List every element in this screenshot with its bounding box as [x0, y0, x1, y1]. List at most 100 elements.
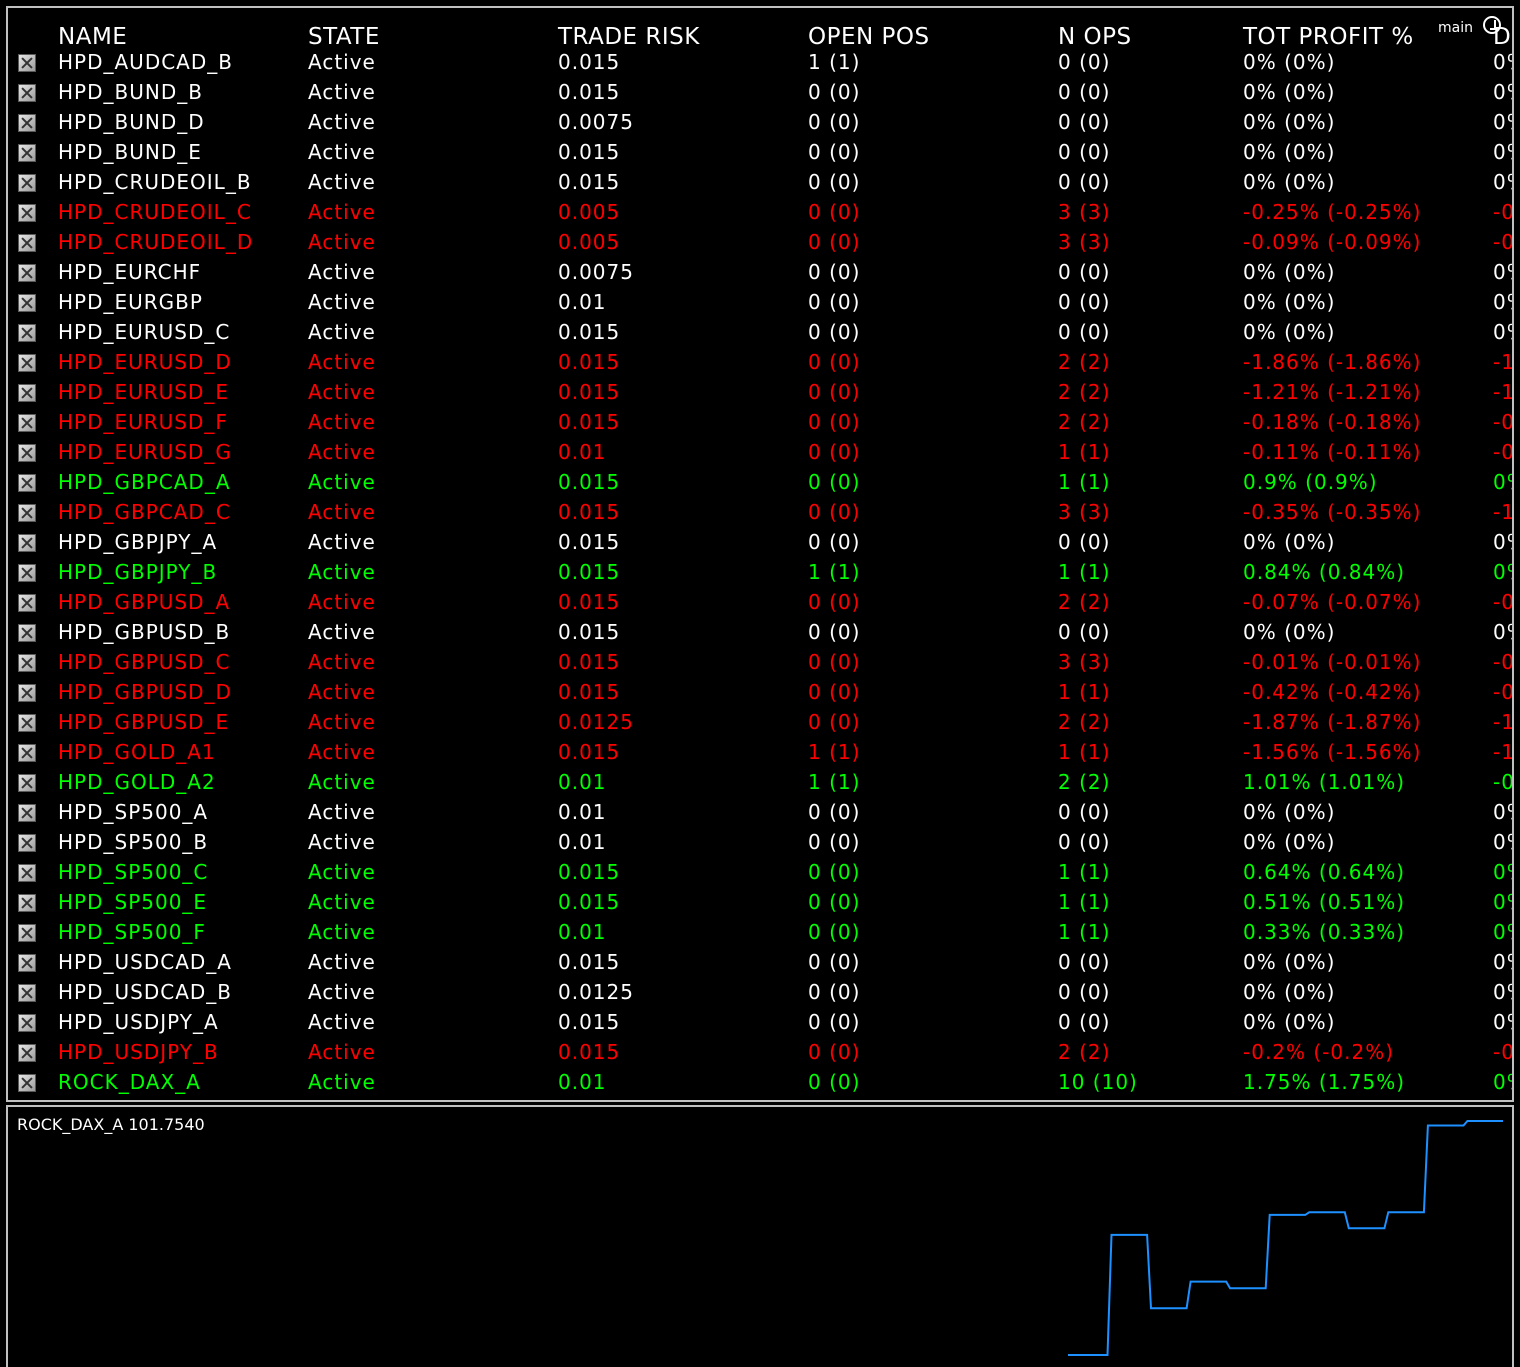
table-row[interactable]: HPD_GBPJPY_B Active 0.015 1 (1) 1 (1) 0.84% (… [8, 558, 1512, 588]
table-row[interactable]: HPD_GOLD_A2 Active 0.01 1 (1) 2 (2) 1.01% (1.… [8, 768, 1512, 798]
table-row[interactable]: HPD_EURUSD_C Active 0.015 0 (0) 0 (0) 0% (0%)… [8, 318, 1512, 348]
table-row[interactable]: HPD_SP500_E Active 0.015 0 (0) 1 (1) 0.51% (0… [8, 888, 1512, 918]
strategy-toggle-checkbox[interactable] [18, 354, 36, 372]
table-row[interactable]: HPD_CRUDEOIL_C Active 0.005 0 (0) 3 (3) -0.25… [8, 198, 1512, 228]
cell-n-ops: 2 (2) [1058, 710, 1111, 734]
strategy-toggle-checkbox[interactable] [18, 984, 36, 1002]
table-row[interactable]: HPD_EURUSD_F Active 0.015 0 (0) 2 (2) -0.18% … [8, 408, 1512, 438]
header-n-ops[interactable]: N OPS [1058, 24, 1132, 50]
strategy-toggle-checkbox[interactable] [18, 264, 36, 282]
table-row[interactable]: HPD_USDJPY_B Active 0.015 0 (0) 2 (2) -0.2% (… [8, 1038, 1512, 1068]
strategy-toggle-checkbox[interactable] [18, 834, 36, 852]
table-row[interactable]: HPD_GOLD_A1 Active 0.015 1 (1) 1 (1) -1.56% (… [8, 738, 1512, 768]
table-row[interactable]: HPD_SP500_A Active 0.01 0 (0) 0 (0) 0% (0%) 0% [8, 798, 1512, 828]
strategy-toggle-checkbox[interactable] [18, 564, 36, 582]
cell-tot-profit: -0.42% (-0.42%) [1243, 680, 1422, 704]
strategy-toggle-checkbox[interactable] [18, 924, 36, 942]
cell-state: Active [308, 920, 376, 944]
cell-name: HPD_GBPJPY_B [58, 560, 218, 584]
table-row[interactable]: HPD_BUND_B Active 0.015 0 (0) 0 (0) 0% (0%) 0% [8, 78, 1512, 108]
cell-n-ops: 0 (0) [1058, 530, 1111, 554]
table-row[interactable]: HPD_GBPUSD_D Active 0.015 0 (0) 1 (1) -0.42% … [8, 678, 1512, 708]
header-state[interactable]: STATE [308, 24, 380, 50]
table-row[interactable]: ROCK_DAX_A Active 0.01 0 (0) 10 (10) 1.75% (1… [8, 1068, 1512, 1098]
table-row[interactable]: HPD_GBPUSD_A Active 0.015 0 (0) 2 (2) -0.07% … [8, 588, 1512, 618]
strategy-toggle-checkbox[interactable] [18, 414, 36, 432]
strategy-toggle-checkbox[interactable] [18, 504, 36, 522]
table-row[interactable]: HPD_CRUDEOIL_B Active 0.015 0 (0) 0 (0) 0% (0… [8, 168, 1512, 198]
cell-d: 0% [1493, 50, 1512, 74]
table-row[interactable]: HPD_CRUDEOIL_D Active 0.005 0 (0) 3 (3) -0.09… [8, 228, 1512, 258]
strategy-toggle-checkbox[interactable] [18, 234, 36, 252]
strategy-toggle-checkbox[interactable] [18, 1074, 36, 1092]
strategy-toggle-checkbox[interactable] [18, 624, 36, 642]
table-row[interactable]: HPD_AUDCAD_B Active 0.015 1 (1) 0 (0) 0% (0%)… [8, 48, 1512, 78]
strategy-toggle-checkbox[interactable] [18, 804, 36, 822]
clock-icon[interactable] [1483, 16, 1501, 34]
strategy-toggle-checkbox[interactable] [18, 744, 36, 762]
table-row[interactable]: HPD_EURUSD_D Active 0.015 0 (0) 2 (2) -1.86% … [8, 348, 1512, 378]
cell-open-pos: 0 (0) [808, 230, 861, 254]
strategy-toggle-checkbox[interactable] [18, 654, 36, 672]
table-row[interactable]: HPD_EURCHF Active 0.0075 0 (0) 0 (0) 0% (0%) 0… [8, 258, 1512, 288]
strategy-toggle-checkbox[interactable] [18, 894, 36, 912]
cell-trade-risk: 0.015 [558, 350, 621, 374]
header-name[interactable]: NAME [58, 24, 127, 50]
table-row[interactable]: HPD_USDCAD_B Active 0.0125 0 (0) 0 (0) 0% (0%… [8, 978, 1512, 1008]
table-row[interactable]: HPD_SP500_C Active 0.015 0 (0) 1 (1) 0.64% (0… [8, 858, 1512, 888]
cell-trade-risk: 0.015 [558, 1040, 621, 1064]
strategy-toggle-checkbox[interactable] [18, 294, 36, 312]
strategy-toggle-checkbox[interactable] [18, 384, 36, 402]
strategy-toggle-checkbox[interactable] [18, 1014, 36, 1032]
table-row[interactable]: HPD_EURUSD_G Active 0.01 0 (0) 1 (1) -0.11% (… [8, 438, 1512, 468]
table-row[interactable]: HPD_GBPJPY_A Active 0.015 0 (0) 0 (0) 0% (0%)… [8, 528, 1512, 558]
table-row[interactable]: HPD_SP500_F Active 0.01 0 (0) 1 (1) 0.33% (0.… [8, 918, 1512, 948]
cell-name: HPD_AUDCAD_B [58, 50, 233, 74]
cell-name: HPD_CRUDEOIL_D [58, 230, 254, 254]
cell-tot-profit: 0% (0%) [1243, 1010, 1336, 1034]
table-row[interactable]: HPD_EURUSD_E Active 0.015 0 (0) 2 (2) -1.21% … [8, 378, 1512, 408]
strategy-toggle-checkbox[interactable] [18, 204, 36, 222]
strategy-toggle-checkbox[interactable] [18, 144, 36, 162]
strategy-toggle-checkbox[interactable] [18, 474, 36, 492]
table-row[interactable]: HPD_GBPUSD_B Active 0.015 0 (0) 0 (0) 0% (0%)… [8, 618, 1512, 648]
cell-open-pos: 0 (0) [808, 710, 861, 734]
table-row[interactable]: HPD_GBPUSD_C Active 0.015 0 (0) 3 (3) -0.01% … [8, 648, 1512, 678]
cell-d: 0% [1493, 260, 1512, 284]
table-row[interactable]: HPD_BUND_D Active 0.0075 0 (0) 0 (0) 0% (0%) 0… [8, 108, 1512, 138]
strategy-toggle-checkbox[interactable] [18, 324, 36, 342]
strategy-toggle-checkbox[interactable] [18, 774, 36, 792]
cell-n-ops: 1 (1) [1058, 560, 1111, 584]
cell-state: Active [308, 170, 376, 194]
table-row[interactable]: HPD_BUND_E Active 0.015 0 (0) 0 (0) 0% (0%) 0% [8, 138, 1512, 168]
cell-d: 0% [1493, 980, 1512, 1004]
table-row[interactable]: HPD_GBPCAD_C Active 0.015 0 (0) 3 (3) -0.35% … [8, 498, 1512, 528]
cell-state: Active [308, 260, 376, 284]
strategy-toggle-checkbox[interactable] [18, 714, 36, 732]
table-row[interactable]: HPD_USDJPY_A Active 0.015 0 (0) 0 (0) 0% (0%)… [8, 1008, 1512, 1038]
strategy-toggle-checkbox[interactable] [18, 534, 36, 552]
table-row[interactable]: HPD_GBPUSD_E Active 0.0125 0 (0) 2 (2) -1.87%… [8, 708, 1512, 738]
strategy-toggle-checkbox[interactable] [18, 54, 36, 72]
table-row[interactable]: HPD_USDCAD_A Active 0.015 0 (0) 0 (0) 0% (0%)… [8, 948, 1512, 978]
strategy-toggle-checkbox[interactable] [18, 444, 36, 462]
table-row[interactable]: HPD_EURGBP Active 0.01 0 (0) 0 (0) 0% (0%) 0% [8, 288, 1512, 318]
cell-name: HPD_GBPCAD_C [58, 500, 231, 524]
table-row[interactable]: HPD_GBPCAD_A Active 0.015 0 (0) 1 (1) 0.9% (0… [8, 468, 1512, 498]
strategy-toggle-checkbox[interactable] [18, 954, 36, 972]
strategy-toggle-checkbox[interactable] [18, 594, 36, 612]
strategy-toggle-checkbox[interactable] [18, 114, 36, 132]
strategy-toggle-checkbox[interactable] [18, 1044, 36, 1062]
strategy-toggle-checkbox[interactable] [18, 864, 36, 882]
cell-name: HPD_EURGBP [58, 290, 203, 314]
strategy-toggle-checkbox[interactable] [18, 684, 36, 702]
table-row[interactable]: HPD_SP500_B Active 0.01 0 (0) 0 (0) 0% (0%) 0% [8, 828, 1512, 858]
strategy-toggle-checkbox[interactable] [18, 174, 36, 192]
strategy-toggle-checkbox[interactable] [18, 84, 36, 102]
header-open-pos[interactable]: OPEN POS [808, 24, 930, 50]
header-tot-profit[interactable]: TOT PROFIT % [1243, 24, 1414, 50]
cell-d: -1 [1493, 350, 1514, 374]
cell-open-pos: 0 (0) [808, 920, 861, 944]
cell-d: -0 [1493, 200, 1514, 224]
header-trade-risk[interactable]: TRADE RISK [558, 24, 700, 50]
